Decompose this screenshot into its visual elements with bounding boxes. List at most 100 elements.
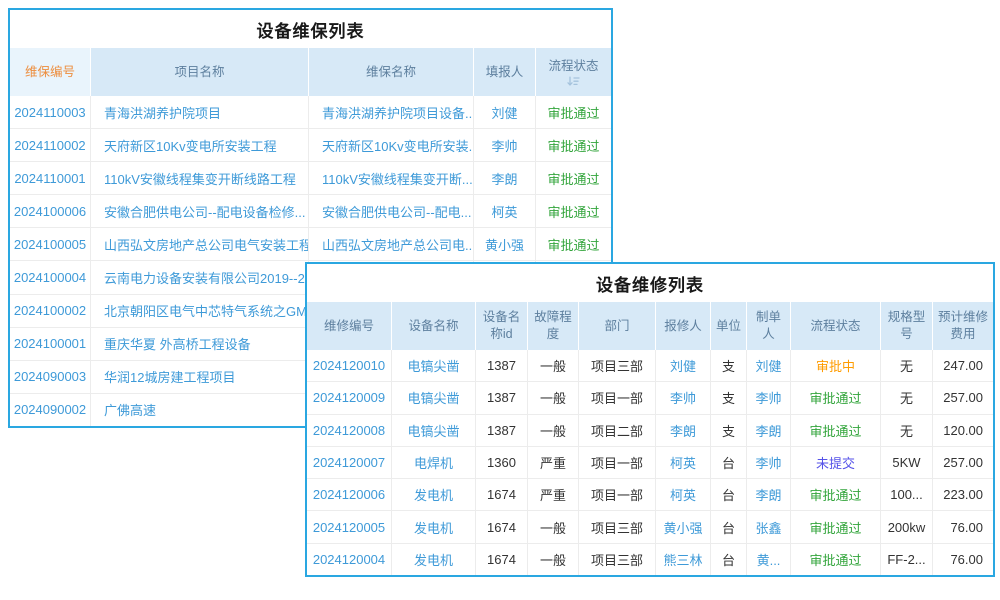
column-header-device-name: 设备名称 — [391, 302, 475, 350]
repair-reporter-cell[interactable]: 李帅 — [655, 382, 710, 413]
repair-reporter-cell[interactable]: 刘健 — [655, 350, 710, 381]
device-name-cell[interactable]: 电焊机 — [391, 447, 475, 478]
project-name-cell[interactable]: 重庆华夏 外高桥工程设备 — [90, 328, 308, 360]
repair-id-link[interactable]: 2024120010 — [307, 350, 391, 381]
device-name-cell[interactable]: 发电机 — [391, 479, 475, 510]
maintenance-id-link[interactable]: 2024100002 — [10, 295, 90, 327]
device-name-cell[interactable]: 电镐尖凿 — [391, 382, 475, 413]
device-name-cell[interactable]: 电镐尖凿 — [391, 415, 475, 446]
creator-cell[interactable]: 李帅 — [746, 382, 790, 413]
status-cell: 审批通过 — [790, 382, 880, 413]
maintenance-name-cell[interactable]: 天府新区10Kv变电所安装... — [308, 129, 473, 161]
spec-model-cell: 无 — [880, 382, 932, 413]
project-name-cell[interactable]: 广佛高速 — [90, 394, 308, 426]
maintenance-id-link[interactable]: 2024110001 — [10, 162, 90, 194]
status-cell: 审批通过 — [790, 415, 880, 446]
creator-cell[interactable]: 张鑫 — [746, 511, 790, 542]
maintenance-name-cell[interactable]: 110kV安徽线程集变开断... — [308, 162, 473, 194]
maintenance-id-link[interactable]: 2024100004 — [10, 261, 90, 293]
repair-table-body: 2024120010 电镐尖凿 1387 一般 项目三部 刘健 支 刘健 审批中… — [307, 350, 993, 575]
status-cell: 审批通过 — [790, 479, 880, 510]
device-id-cell: 1387 — [475, 415, 527, 446]
table-row: 2024110003 青海洪湖养护院项目 青海洪湖养护院项目设备... 刘健 审… — [10, 96, 611, 129]
spec-model-cell: 无 — [880, 350, 932, 381]
status-cell: 审批通过 — [535, 96, 611, 128]
reporter-cell[interactable]: 李帅 — [473, 129, 535, 161]
repair-id-link[interactable]: 2024120009 — [307, 382, 391, 413]
fault-level-cell: 严重 — [527, 479, 578, 510]
reporter-cell[interactable]: 柯英 — [473, 195, 535, 227]
repair-id-link[interactable]: 2024120005 — [307, 511, 391, 542]
project-name-cell[interactable]: 北京朝阳区电气中芯特气系统之GM... — [90, 295, 308, 327]
column-header-department: 部门 — [578, 302, 655, 350]
creator-cell[interactable]: 黄... — [746, 544, 790, 575]
project-name-cell[interactable]: 110kV安徽线程集变开断线路工程 — [90, 162, 308, 194]
maintenance-name-cell[interactable]: 青海洪湖养护院项目设备... — [308, 96, 473, 128]
maintenance-id-link[interactable]: 2024100005 — [10, 228, 90, 260]
column-header-process-status[interactable]: 流程状态 — [535, 48, 611, 96]
device-name-cell[interactable]: 发电机 — [391, 511, 475, 542]
fault-level-cell: 严重 — [527, 447, 578, 478]
maintenance-id-link[interactable]: 2024090003 — [10, 361, 90, 393]
repair-reporter-cell[interactable]: 熊三林 — [655, 544, 710, 575]
status-cell: 审批通过 — [535, 195, 611, 227]
repair-reporter-cell[interactable]: 柯英 — [655, 447, 710, 478]
spec-model-cell: 5KW — [880, 447, 932, 478]
spec-model-cell: 无 — [880, 415, 932, 446]
status-cell: 未提交 — [790, 447, 880, 478]
maintenance-id-link[interactable]: 2024090002 — [10, 394, 90, 426]
repair-reporter-cell[interactable]: 柯英 — [655, 479, 710, 510]
maintenance-id-link[interactable]: 2024100006 — [10, 195, 90, 227]
maintenance-name-cell[interactable]: 安徽合肥供电公司--配电... — [308, 195, 473, 227]
column-header-repair-id: 维修编号 — [307, 302, 391, 350]
repair-id-link[interactable]: 2024120008 — [307, 415, 391, 446]
status-cell: 审批通过 — [535, 129, 611, 161]
maintenance-id-link[interactable]: 2024110002 — [10, 129, 90, 161]
sort-icon[interactable] — [567, 75, 580, 86]
fault-level-cell: 一般 — [527, 511, 578, 542]
fault-level-cell: 一般 — [527, 544, 578, 575]
repair-id-link[interactable]: 2024120007 — [307, 447, 391, 478]
project-name-cell[interactable]: 云南电力设备安装有限公司2019--2... — [90, 261, 308, 293]
repair-reporter-cell[interactable]: 黄小强 — [655, 511, 710, 542]
repair-id-link[interactable]: 2024120006 — [307, 479, 391, 510]
maintenance-name-cell[interactable]: 山西弘文房地产总公司电... — [308, 228, 473, 260]
repair-table-title: 设备维修列表 — [307, 264, 993, 302]
department-cell: 项目三部 — [578, 544, 655, 575]
project-name-cell[interactable]: 天府新区10Kv变电所安装工程 — [90, 129, 308, 161]
creator-cell[interactable]: 李帅 — [746, 447, 790, 478]
creator-cell[interactable]: 李朗 — [746, 479, 790, 510]
repair-id-link[interactable]: 2024120004 — [307, 544, 391, 575]
table-row: 2024120006 发电机 1674 严重 项目一部 柯英 台 李朗 审批通过… — [307, 479, 993, 511]
department-cell: 项目一部 — [578, 479, 655, 510]
department-cell: 项目三部 — [578, 350, 655, 381]
table-row: 2024110001 110kV安徽线程集变开断线路工程 110kV安徽线程集变… — [10, 162, 611, 195]
fault-level-cell: 一般 — [527, 382, 578, 413]
device-name-cell[interactable]: 发电机 — [391, 544, 475, 575]
column-header-maintenance-name: 维保名称 — [308, 48, 473, 96]
reporter-cell[interactable]: 李朗 — [473, 162, 535, 194]
repair-reporter-cell[interactable]: 李朗 — [655, 415, 710, 446]
device-name-cell[interactable]: 电镐尖凿 — [391, 350, 475, 381]
creator-cell[interactable]: 李朗 — [746, 415, 790, 446]
project-name-cell[interactable]: 山西弘文房地产总公司电气安装工程 — [90, 228, 308, 260]
maintenance-id-link[interactable]: 2024110003 — [10, 96, 90, 128]
maintenance-table-title: 设备维保列表 — [10, 10, 611, 48]
project-name-cell[interactable]: 华润12城房建工程项目 — [90, 361, 308, 393]
estimated-cost-cell: 247.00 — [932, 350, 993, 381]
fault-level-cell: 一般 — [527, 350, 578, 381]
maintenance-id-link[interactable]: 2024100001 — [10, 328, 90, 360]
estimated-cost-cell: 223.00 — [932, 479, 993, 510]
reporter-cell[interactable]: 刘健 — [473, 96, 535, 128]
creator-cell[interactable]: 刘健 — [746, 350, 790, 381]
reporter-cell[interactable]: 黄小强 — [473, 228, 535, 260]
table-row: 2024100005 山西弘文房地产总公司电气安装工程 山西弘文房地产总公司电.… — [10, 228, 611, 261]
project-name-cell[interactable]: 青海洪湖养护院项目 — [90, 96, 308, 128]
column-header-spec-model: 规格型号 — [880, 302, 932, 350]
status-cell: 审批通过 — [790, 511, 880, 542]
estimated-cost-cell: 257.00 — [932, 382, 993, 413]
unit-cell: 支 — [710, 350, 746, 381]
project-name-cell[interactable]: 安徽合肥供电公司--配电设备检修... — [90, 195, 308, 227]
device-id-cell: 1387 — [475, 350, 527, 381]
repair-table-card: 设备维修列表 维修编号 设备名称 设备名称id 故障程度 部门 报修人 单位 制… — [305, 262, 995, 577]
